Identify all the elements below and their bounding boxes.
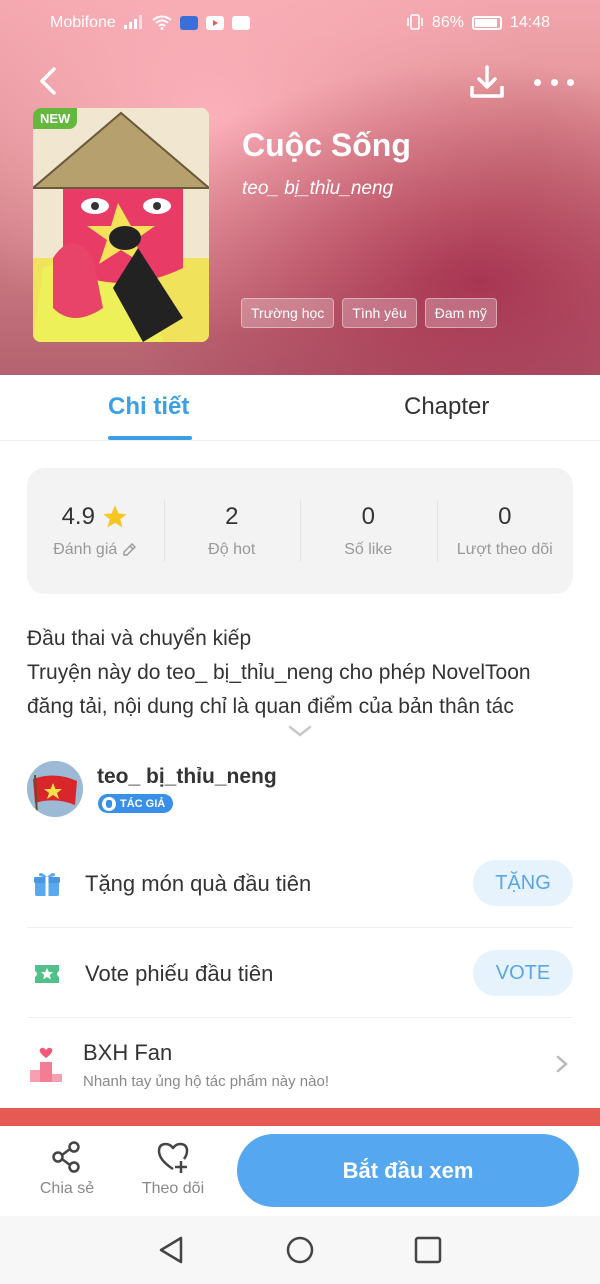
- rating-label-text: Đánh giá: [53, 541, 118, 558]
- system-nav-bar: [0, 1216, 600, 1284]
- author-badge-label: TÁC GIẢ: [120, 797, 166, 810]
- fan-ranking-row[interactable]: BXH Fan Nhanh tay ủng hộ tác phẩm này nà…: [27, 1020, 573, 1108]
- gift-icon: [34, 873, 60, 896]
- fan-ranking-title: BXH Fan: [83, 1040, 173, 1065]
- chevron-right-icon: [556, 1055, 568, 1073]
- rating-value: 4.9: [62, 503, 129, 531]
- nav-recents-icon[interactable]: [413, 1235, 443, 1265]
- followers-label: Lượt theo dõi: [456, 541, 553, 558]
- hot-value: 2: [225, 503, 239, 530]
- book-title: Cuộc Sống: [242, 127, 411, 163]
- tag-list: Trường học Tình yêu Đam mỹ: [241, 298, 497, 328]
- new-badge: NEW: [33, 108, 78, 129]
- battery-icon: [471, 16, 502, 30]
- vote-button[interactable]: VOTE: [473, 950, 573, 996]
- stat-followers: 0 Lượt theo dõi: [436, 468, 574, 594]
- gift-button[interactable]: TẶNG: [473, 860, 573, 906]
- gift-label: Tặng món quà đầu tiên: [85, 871, 312, 896]
- ticket-icon: [35, 965, 59, 983]
- bottom-action-bar: Chia sẻ Theo dõi Bắt đầu xem: [0, 1126, 600, 1216]
- dot-icon: [550, 78, 558, 86]
- edit-icon[interactable]: [121, 542, 137, 558]
- vote-label: Vote phiếu đầu tiên: [85, 961, 274, 986]
- status-left: Mobifone: [50, 14, 250, 32]
- tab-chapter[interactable]: Chapter: [404, 393, 489, 421]
- description-line: Truyện này do teo_ bị_thỉu_neng cho phép…: [27, 661, 531, 684]
- battery-percent: 86%: [431, 14, 464, 31]
- message-icon: [231, 16, 250, 30]
- nav-home-icon[interactable]: [285, 1235, 315, 1265]
- signal-icon: [123, 15, 144, 31]
- fan-ranking-subtitle: Nhanh tay ủng hộ tác phẩm này nào!: [83, 1073, 330, 1090]
- vibrate-icon: [406, 14, 424, 32]
- tab-bar: Chi tiết Chapter: [0, 375, 600, 441]
- more-options-button[interactable]: [534, 70, 574, 94]
- heart-plus-icon: [157, 1142, 189, 1173]
- rating-label: Đánh giá: [53, 541, 137, 559]
- share-label: Chia sẻ: [39, 1180, 95, 1197]
- cover-illustration: [33, 108, 209, 342]
- promo-banner-strip[interactable]: [0, 1108, 600, 1126]
- follow-label: Theo dõi: [141, 1180, 205, 1197]
- flag-avatar-image: [27, 761, 83, 817]
- author-name[interactable]: teo_ bị_thỉu_neng: [97, 765, 277, 789]
- followers-value: 0: [498, 503, 512, 530]
- tag-love[interactable]: Tình yêu: [342, 298, 417, 328]
- tag-bl[interactable]: Đam mỹ: [424, 298, 497, 328]
- follow-button[interactable]: Theo dõi: [133, 1140, 213, 1198]
- star-icon: [103, 505, 127, 528]
- hot-label: Độ hot: [208, 541, 256, 558]
- description-line: đăng tải, nội dung chỉ là quan điểm của …: [27, 695, 514, 718]
- stat-hot: 2 Độ hot: [163, 468, 301, 594]
- book-header: Mobifone 86% 14:48 NEW Cuộc Sống teo_ bị…: [0, 0, 600, 375]
- tag-school[interactable]: Trường học: [241, 298, 335, 328]
- expand-description-button[interactable]: [288, 724, 312, 738]
- description-line: Đầu thai và chuyển kiếp: [27, 627, 252, 650]
- book-cover[interactable]: NEW: [33, 108, 209, 342]
- share-icon: [52, 1141, 80, 1173]
- back-button[interactable]: [34, 64, 62, 98]
- gift-row: Tặng món quà đầu tiên TẶNG: [27, 838, 573, 928]
- chevron-down-icon: [288, 725, 312, 737]
- status-bar: Mobifone 86% 14:48: [0, 0, 600, 46]
- dot-icon: [534, 78, 541, 86]
- author-badge: TÁC GIẢ: [98, 794, 174, 813]
- active-tab-indicator: [108, 436, 192, 440]
- stats-card: 4.9 Đánh giá 2 Độ hot 0 Số like 0 Lượt t…: [27, 468, 573, 594]
- dot-icon: [567, 78, 574, 86]
- carrier-label: Mobifone: [50, 14, 116, 31]
- author-avatar[interactable]: [27, 761, 83, 817]
- download-icon: [470, 65, 504, 98]
- nav-back-icon[interactable]: [157, 1235, 187, 1265]
- stat-likes: 0 Số like: [300, 468, 437, 594]
- wifi-icon: [152, 15, 172, 32]
- app-notification-icon: [179, 16, 198, 30]
- likes-value: 0: [361, 503, 375, 530]
- likes-label: Số like: [344, 541, 393, 558]
- download-button[interactable]: [468, 64, 506, 100]
- chevron-left-icon: [40, 67, 56, 95]
- book-author[interactable]: teo_ bị_thỉu_neng: [242, 178, 393, 200]
- stat-rating[interactable]: 4.9 Đánh giá: [27, 468, 164, 594]
- youtube-icon: [205, 16, 224, 30]
- share-button[interactable]: Chia sẻ: [27, 1140, 107, 1198]
- clock: 14:48: [509, 14, 550, 31]
- pen-icon: [102, 796, 116, 811]
- rating-number: 4.9: [61, 503, 95, 530]
- vote-row: Vote phiếu đầu tiên VOTE: [27, 928, 573, 1018]
- start-reading-button[interactable]: Bắt đầu xem: [237, 1134, 579, 1207]
- tab-details[interactable]: Chi tiết: [108, 393, 189, 421]
- status-right: 86% 14:48: [406, 14, 550, 32]
- podium-icon: [30, 1047, 62, 1082]
- description[interactable]: Đầu thai và chuyển kiếp Truyện này do te…: [27, 622, 577, 724]
